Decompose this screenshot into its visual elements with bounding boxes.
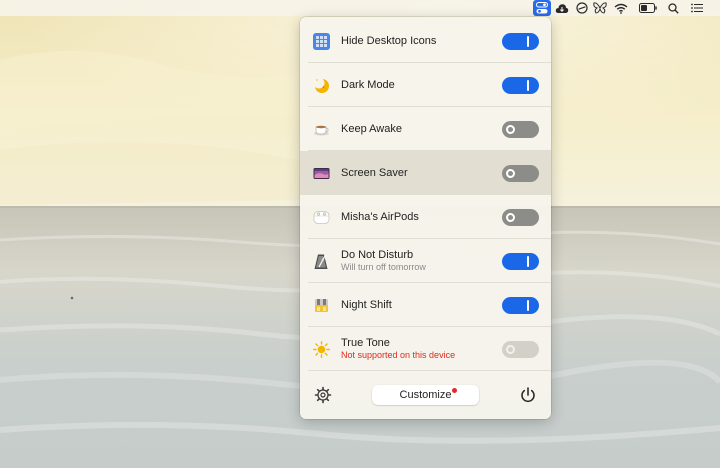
one-switch-icon[interactable] — [533, 0, 551, 16]
cloud-download-icon[interactable] — [554, 0, 570, 16]
menu-bar — [0, 0, 720, 16]
customize-badge — [452, 388, 457, 393]
keep-awake-toggle[interactable] — [502, 121, 539, 138]
row-label: Hide Desktop Icons — [341, 35, 437, 47]
panel-footer: Customize — [300, 374, 551, 419]
wifi-icon[interactable] — [613, 0, 629, 16]
moon-icon — [313, 77, 330, 94]
row-label: True Tone — [341, 337, 390, 349]
grid-icon — [313, 33, 330, 50]
spotlight-search-icon[interactable] — [666, 0, 680, 16]
airpods-icon — [313, 209, 330, 226]
airpods-toggle[interactable] — [502, 209, 539, 226]
power-icon[interactable] — [519, 386, 537, 404]
customize-button[interactable]: Customize — [372, 385, 479, 405]
sun-icon — [313, 341, 330, 358]
screen-saver-toggle[interactable] — [502, 165, 539, 182]
night-shift-toggle[interactable] — [502, 297, 539, 314]
do-not-disturb-icon[interactable] — [575, 0, 589, 16]
row-do-not-disturb[interactable]: Do Not Disturb Will turn off tomorrow — [300, 239, 551, 283]
customize-label: Customize — [399, 389, 452, 401]
row-label: Do Not Disturb — [341, 249, 414, 261]
row-airpods[interactable]: Misha's AirPods — [300, 195, 551, 239]
row-night-shift[interactable]: Night Shift — [300, 283, 551, 327]
row-hide-desktop-icons[interactable]: Hide Desktop Icons — [300, 19, 551, 63]
row-sublabel-warning: Not supported on this device — [341, 350, 456, 360]
row-dark-mode[interactable]: Dark Mode — [300, 63, 551, 107]
row-label: Keep Awake — [341, 123, 402, 135]
row-screen-saver[interactable]: Screen Saver — [300, 151, 551, 195]
screen-saver-icon — [313, 165, 330, 182]
hide-desktop-icons-toggle[interactable] — [502, 33, 539, 50]
row-label: Misha's AirPods — [341, 211, 419, 223]
row-true-tone[interactable]: True Tone Not supported on this device — [300, 327, 551, 371]
gear-icon[interactable] — [314, 386, 332, 404]
battery-icon[interactable] — [638, 0, 658, 16]
true-tone-toggle — [502, 341, 539, 358]
dark-mode-toggle[interactable] — [502, 77, 539, 94]
metronome-icon — [313, 253, 330, 270]
row-label: Screen Saver — [341, 167, 408, 179]
coffee-cup-icon — [313, 121, 330, 138]
night-shift-icon — [313, 297, 330, 314]
row-label: Night Shift — [341, 299, 392, 311]
do-not-disturb-toggle[interactable] — [502, 253, 539, 270]
row-sublabel: Will turn off tomorrow — [341, 262, 426, 272]
row-keep-awake[interactable]: Keep Awake — [300, 107, 551, 151]
one-switch-panel: Hide Desktop Icons Dark Mode Keep Awake … — [300, 17, 551, 419]
butterfly-icon[interactable] — [592, 0, 608, 16]
notification-center-icon[interactable] — [689, 0, 705, 16]
row-label: Dark Mode — [341, 79, 395, 91]
